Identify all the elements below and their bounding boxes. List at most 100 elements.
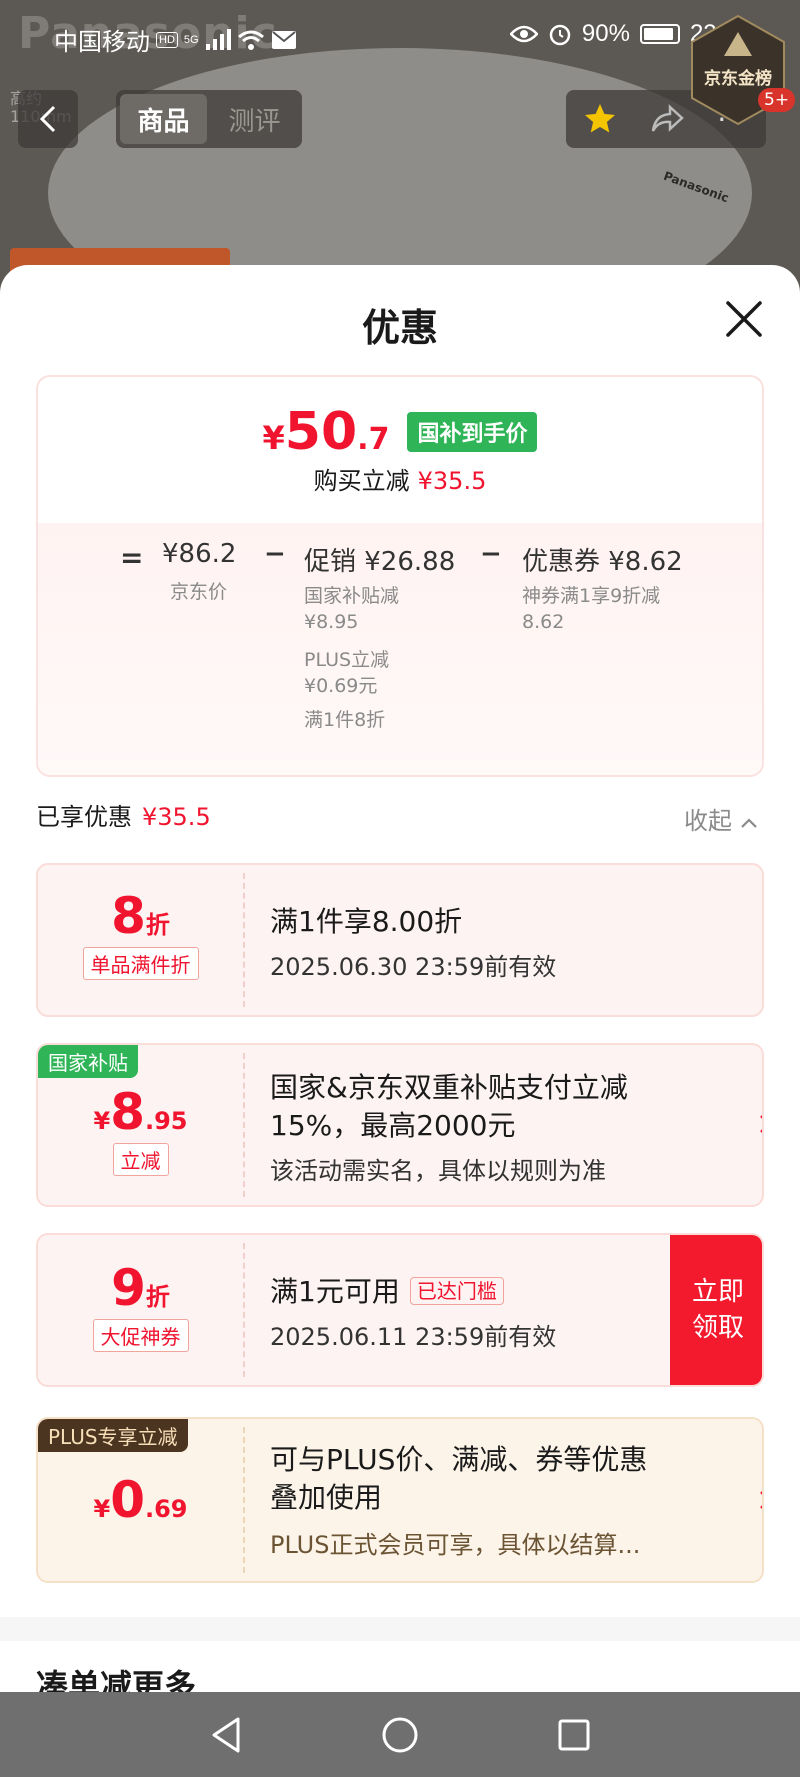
battery-percent: 90% <box>581 20 630 47</box>
coupon-type-chip: 单品满件折 <box>82 947 199 980</box>
minus-sign-1: − <box>264 539 286 569</box>
claim-label-2: 领取 <box>691 1313 744 1343</box>
coupon-value-main: 8 <box>110 1083 145 1141</box>
chevron-up-icon <box>740 818 757 828</box>
nav-home-icon[interactable] <box>380 1715 420 1755</box>
price-breakdown: = ¥86.2 京东价 − 促销 ¥26.88 国家补贴减 ¥8.95 PLUS… <box>38 523 762 775</box>
promo-total: 促销 ¥26.88 <box>304 547 456 577</box>
reduce-amount: ¥35.5 <box>417 467 487 495</box>
network-type: 5G <box>183 33 199 46</box>
badge-title: 京东金榜 <box>704 69 772 89</box>
coupon-value-main: 9 <box>111 1259 146 1317</box>
coupon-note: PLUS正式会员可享，具体以结算... <box>270 1531 641 1559</box>
coupon-value: ¥ 0 .69 <box>38 1471 243 1529</box>
price-decimal: .7 <box>357 422 390 457</box>
coupon-title-line2: 叠加使用 <box>270 1481 383 1514</box>
coupon-item[interactable]: 9 折 大促神券 满1元可用 已达门槛 2025.06.11 23:59前有效 立… <box>36 1233 764 1387</box>
close-icon[interactable] <box>722 297 766 341</box>
chevron-left-icon <box>39 105 56 133</box>
coupon-divider <box>243 1243 245 1377</box>
coupon-type-chip: 立减 <box>112 1143 169 1176</box>
nav-back-icon[interactable] <box>208 1715 244 1755</box>
coupon-type-chip: 大促神券 <box>92 1319 189 1352</box>
enjoyed-amount: ¥35.5 <box>142 803 211 831</box>
coupon-title-line1: 国家&京东双重补贴支付立减 <box>270 1071 628 1104</box>
threshold-reached-tag: 已达门槛 <box>409 1277 504 1305</box>
promo-detail-2: ¥8.95 <box>304 611 359 633</box>
coupon-item[interactable]: PLUS专享立减 ¥ 0 .69 可与PLUS价、满减、券等优惠 叠加使用 PL… <box>36 1417 764 1583</box>
promo-detail-5: 满1件8折 <box>304 709 386 731</box>
coupon-value-area: ¥ 8 .95 立减 <box>38 1045 243 1205</box>
back-button[interactable] <box>18 90 78 148</box>
system-nav-bar <box>0 1692 800 1777</box>
hd-indicator: HD <box>156 31 178 48</box>
coupon-value: 8 折 <box>38 887 243 945</box>
alarm-icon <box>549 24 571 46</box>
jd-price: ¥86.2 <box>162 539 237 569</box>
coupon-total: 优惠券 ¥8.62 <box>522 547 683 577</box>
product-tabs: 商品 测评 <box>116 90 302 148</box>
summary-top: ¥ 50 .7 国补到手价 购买立减 ¥35.5 <box>38 377 762 523</box>
mail-icon <box>271 30 296 49</box>
nav-recents-icon[interactable] <box>556 1717 592 1753</box>
coupon-validity: 2025.06.30 23:59前有效 <box>270 953 557 981</box>
coupon-divider <box>243 1427 245 1573</box>
coupon-value-prefix: ¥ <box>93 1107 111 1135</box>
coupon-title: 满1元可用 已达门槛 <box>270 1273 504 1311</box>
share-icon[interactable] <box>650 103 686 135</box>
section-separator <box>0 1617 800 1641</box>
coupon-detail-2: 8.62 <box>522 611 565 633</box>
coupon-title-line2: 15%，最高2000元 <box>270 1109 516 1142</box>
coupon-value-suffix: .69 <box>144 1495 188 1523</box>
claim-button[interactable]: 立即 领取 <box>670 1235 762 1385</box>
coupon-value-suffix: .95 <box>144 1107 188 1135</box>
coupon-divider <box>243 1053 245 1197</box>
coupon-value-area: 8 折 单品满件折 <box>38 865 243 1015</box>
discount-sheet: 优惠 ¥ 50 .7 国补到手价 购买立减 ¥35.5 = ¥86.2 京东价 −… <box>0 265 800 1695</box>
chevron-right-icon[interactable] <box>758 1113 764 1135</box>
coupon-item[interactable]: 国家补贴 ¥ 8 .95 立减 国家&京东双重补贴支付立减 15%，最高2000… <box>36 1043 764 1207</box>
equals-sign: = <box>120 541 144 574</box>
coupon-title-text: 满1元可用 <box>270 1275 400 1308</box>
coupon-value-suffix: 折 <box>145 1283 170 1311</box>
star-icon[interactable] <box>582 101 618 137</box>
jd-price-label: 京东价 <box>170 581 228 603</box>
coupon-validity: 2025.06.11 23:59前有效 <box>270 1323 557 1351</box>
sheet-title: 优惠 <box>361 306 438 350</box>
coupon-value-prefix: ¥ <box>93 1495 111 1523</box>
collapse-button[interactable]: 收起 <box>684 801 758 836</box>
reduce-label: 购买立减 <box>313 467 410 495</box>
coupon-value-area: 9 折 大促神券 <box>38 1235 243 1385</box>
eye-icon <box>509 25 538 43</box>
minus-sign-2: − <box>480 539 502 569</box>
coupon-detail-1: 神券满1享9折减 <box>522 585 661 607</box>
coupon-note: 该活动需实名，具体以规则为准 <box>270 1157 606 1185</box>
collapse-label: 收起 <box>684 807 732 835</box>
price-summary-card: ¥ 50 .7 国补到手价 购买立减 ¥35.5 = ¥86.2 京东价 − 促销… <box>36 375 764 777</box>
status-bar: 中国移动 HD 5G 90% 22:38 <box>0 0 800 70</box>
carrier-name: 中国移动 <box>54 29 150 56</box>
enjoyed-discount: 已享优惠 ¥35.5 <box>36 797 211 832</box>
coupon-value-suffix: 折 <box>145 911 170 939</box>
badge-count: 5+ <box>758 88 796 112</box>
purchase-reduce-line: 购买立减 ¥35.5 <box>38 461 762 496</box>
promo-detail-3: PLUS立减 <box>304 649 390 671</box>
signal-icon <box>205 28 231 50</box>
promo-detail-4: ¥0.69元 <box>304 675 378 697</box>
subsidy-price-tag: 国补到手价 <box>407 412 538 452</box>
status-left: 中国移动 HD 5G <box>54 22 297 57</box>
coupon-value: 9 折 <box>38 1259 243 1317</box>
coupon-item[interactable]: 8 折 单品满件折 满1件享8.00折 2025.06.30 23:59前有效 <box>36 863 764 1017</box>
more-deals-title: 凑单减更多 <box>36 1667 197 1695</box>
tab-review[interactable]: 测评 <box>211 94 298 144</box>
coupon-value-main: 8 <box>111 887 146 945</box>
promo-detail-1: 国家补贴减 <box>304 585 400 607</box>
chevron-right-icon[interactable] <box>758 1489 764 1511</box>
coupon-title-line1: 可与PLUS价、满减、券等优惠 <box>270 1443 648 1476</box>
final-price: ¥ 50 .7 国补到手价 <box>38 406 762 460</box>
battery-icon <box>639 24 680 44</box>
price-currency: ¥ <box>262 419 285 457</box>
tab-product[interactable]: 商品 <box>120 94 207 144</box>
coupon-divider <box>243 873 245 1007</box>
coupon-value-main: 0 <box>110 1471 145 1529</box>
